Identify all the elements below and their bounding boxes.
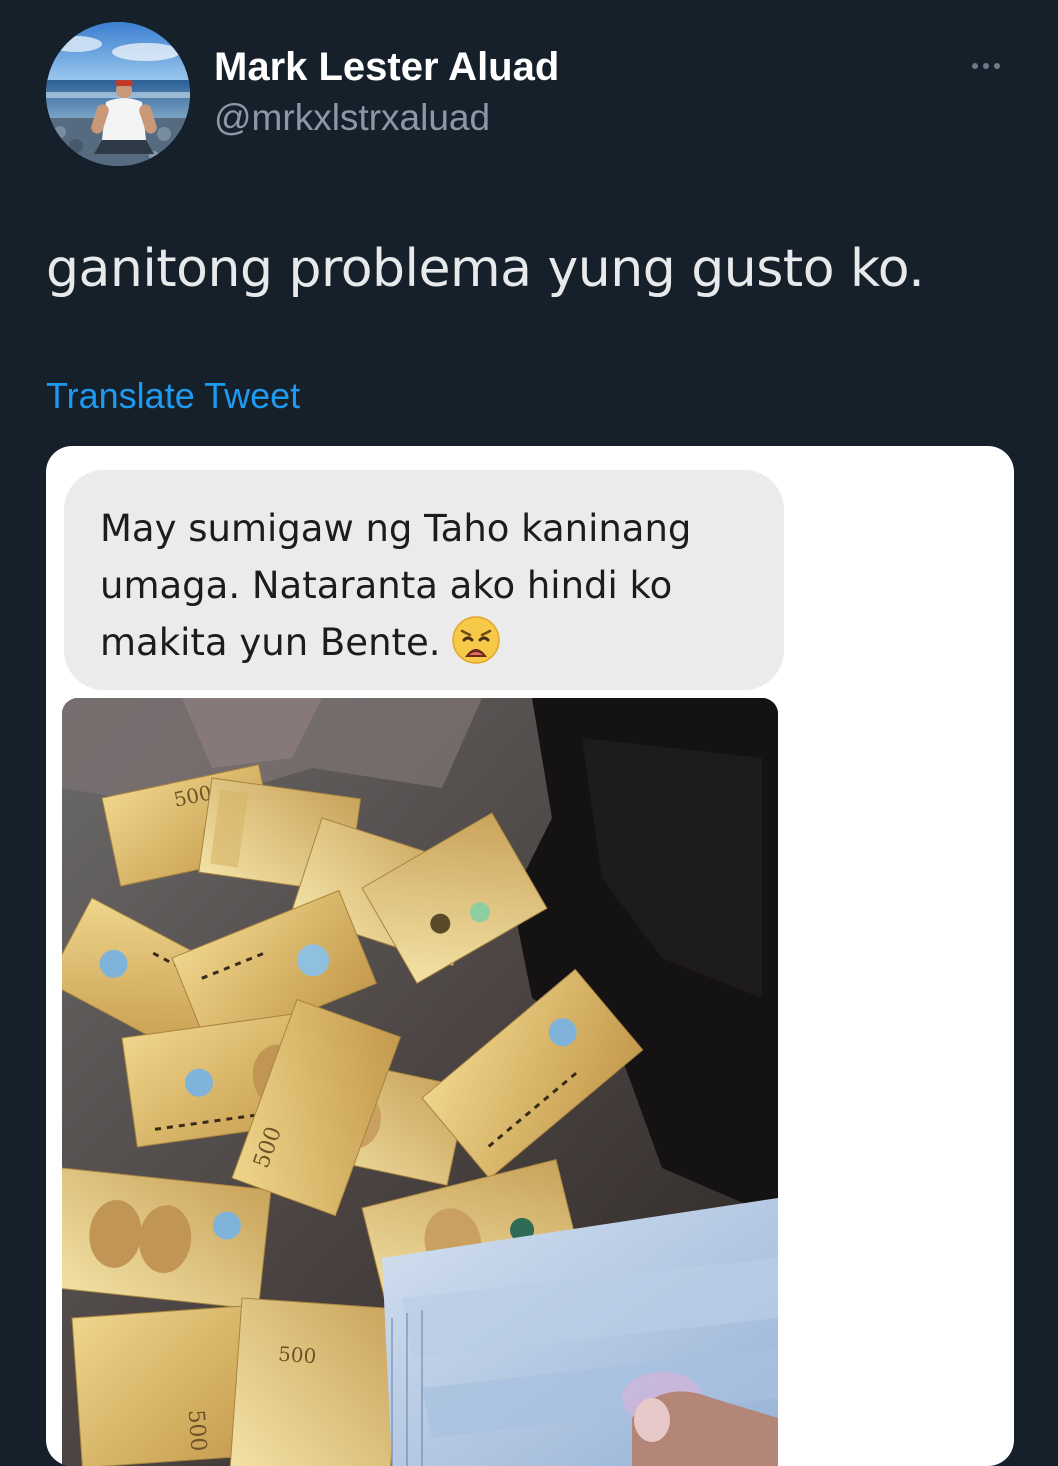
banknote: 500 (229, 1297, 403, 1466)
banknote-label: 500 (183, 1409, 211, 1453)
message-line: umaga. Nataranta ako hindi ko (100, 564, 673, 607)
message-bubble: May sumigaw ng Taho kaninang umaga. Nata… (64, 470, 784, 690)
weary-face-emoji (451, 616, 500, 664)
tweet-media[interactable]: May sumigaw ng Taho kaninang umaga. Nata… (46, 446, 1014, 1466)
author-handle[interactable]: @mrkxlstrxaluad (214, 94, 490, 142)
message-line: May sumigaw ng Taho kaninang (100, 507, 692, 550)
tweet-text: ganitong problema yung gusto ko. (46, 239, 925, 299)
banknote-label: 500 (277, 1342, 317, 1369)
tweet: Mark Lester Aluad @mrkxlstrxaluad ganito… (0, 0, 1058, 1466)
author-name[interactable]: Mark Lester Aluad (214, 42, 559, 92)
avatar[interactable] (46, 22, 190, 166)
message-line-text: makita yun Bente. (100, 621, 441, 664)
more-horizontal-icon-dot (983, 63, 989, 69)
more-options-button[interactable] (960, 50, 1012, 82)
message-line: makita yun Bente. (100, 614, 780, 671)
more-horizontal-icon-dot (994, 63, 1000, 69)
translate-tweet-link[interactable]: Translate Tweet (46, 374, 300, 418)
banknote (62, 1167, 272, 1310)
more-horizontal-icon (972, 63, 978, 69)
money-photo: 500 500 500 500 (62, 698, 778, 1466)
message-text: May sumigaw ng Taho kaninang umaga. Nata… (100, 500, 780, 671)
avatar-image (46, 22, 190, 166)
